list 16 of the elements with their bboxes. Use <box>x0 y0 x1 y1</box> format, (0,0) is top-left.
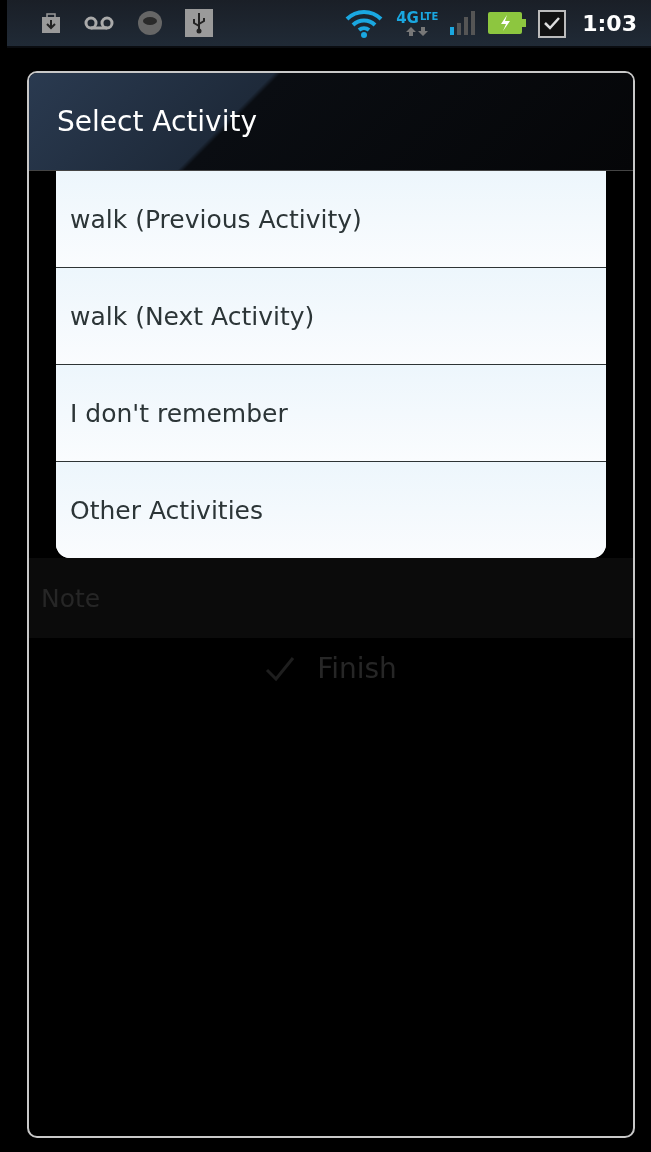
activity-option[interactable]: walk (Next Activity) <box>56 268 606 365</box>
usb-icon <box>185 9 213 37</box>
activity-option[interactable]: I don't remember <box>56 365 606 462</box>
wifi-icon <box>344 8 385 38</box>
activity-option[interactable]: walk (Previous Activity) <box>56 171 606 268</box>
battery-charging-icon <box>488 12 527 34</box>
checkbox-notification-icon <box>538 8 567 38</box>
checkmark-icon <box>265 655 296 682</box>
circle-icon <box>137 10 163 36</box>
dialog-title: Select Activity <box>57 105 257 138</box>
clock-time: 1:03 <box>582 10 637 36</box>
download-icon <box>41 12 61 34</box>
activity-option[interactable]: Other Activities <box>56 462 606 558</box>
signal-icon <box>450 11 477 35</box>
voicemail-icon <box>83 16 115 30</box>
data-arrows-icon <box>406 26 429 36</box>
